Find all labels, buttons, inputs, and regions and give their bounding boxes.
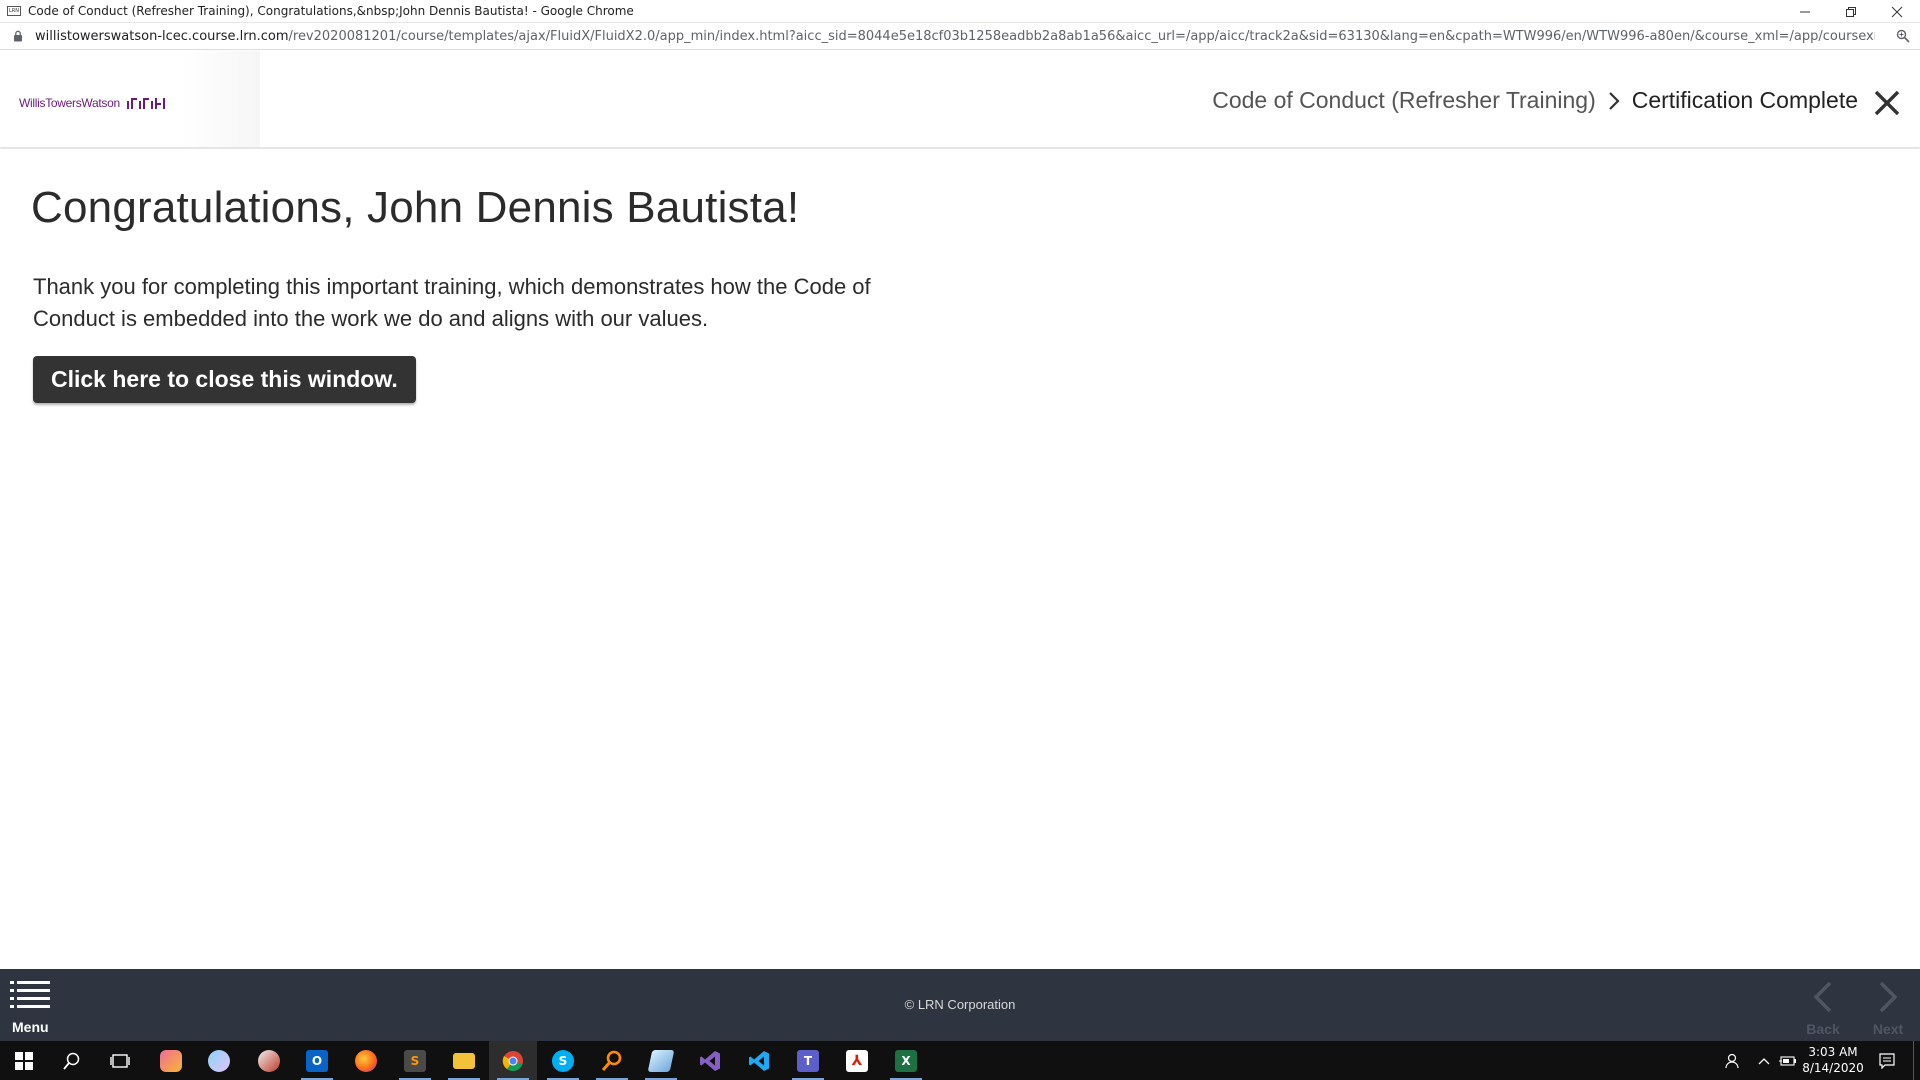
window-close-button[interactable] — [1874, 0, 1920, 23]
taskbar-app-search-tool[interactable] — [588, 1041, 636, 1080]
taskbar-clock[interactable]: 3:03 AM 8/14/2020 — [1798, 1044, 1868, 1076]
logo-panel: WillisTowersWatson — [0, 51, 260, 147]
taskbar-app-visual-studio[interactable] — [686, 1041, 734, 1080]
action-center-button[interactable] — [1870, 1041, 1904, 1080]
skype-icon: S — [552, 1049, 574, 1072]
snip-icon — [160, 1049, 182, 1072]
minimize-button[interactable] — [1782, 0, 1828, 23]
back-label: Back — [1806, 1021, 1840, 1037]
taskbar-app-snip[interactable] — [147, 1041, 195, 1080]
people-button[interactable] — [1718, 1041, 1744, 1080]
browser-title-bar: LRN Code of Conduct (Refresher Training)… — [0, 0, 1920, 23]
chrome-icon — [502, 1050, 523, 1071]
breadcrumb-current: Certification Complete — [1631, 87, 1858, 113]
url-host: willistowerswatson-lcec.course.lrn.com — [35, 28, 289, 44]
course-header: WillisTowersWatson Code of Conduct (Refr… — [0, 51, 1920, 148]
taskbar-app-firefox[interactable] — [342, 1041, 390, 1080]
vscode-icon — [749, 1050, 769, 1071]
taskbar-app-teams[interactable]: T — [784, 1041, 832, 1080]
windows-start-icon — [15, 1051, 33, 1070]
chevron-left-icon — [1813, 981, 1832, 1013]
window-title: Code of Conduct (Refresher Training), Co… — [28, 4, 634, 18]
chevron-right-icon — [1879, 981, 1898, 1013]
teams-icon: T — [797, 1049, 819, 1072]
chevron-right-icon — [1608, 91, 1620, 110]
file-explorer-icon — [453, 1052, 475, 1069]
close-icon — [1874, 90, 1900, 116]
logo-text: WillisTowersWatson — [19, 96, 120, 110]
next-label: Next — [1872, 1021, 1904, 1037]
page-title: Congratulations, John Dennis Bautista! — [31, 183, 800, 232]
url-text[interactable]: willistowerswatson-lcec.course.lrn.com/r… — [35, 29, 1875, 44]
sketch-icon — [258, 1049, 280, 1072]
taskbar-app-skype[interactable]: S — [539, 1041, 587, 1080]
close-icon — [1891, 6, 1903, 17]
taskbar-app-paint[interactable] — [195, 1041, 243, 1080]
taskbar-app-excel[interactable]: X — [882, 1041, 930, 1080]
search-icon — [63, 1052, 80, 1070]
sublime-icon: S — [404, 1049, 426, 1072]
taskbar-app-vscode[interactable] — [735, 1041, 783, 1080]
show-desktop-button[interactable] — [1913, 1041, 1920, 1080]
back-button[interactable]: Back — [1799, 977, 1847, 1037]
taskbar-app-outlook[interactable]: O — [293, 1041, 341, 1080]
copyright-text: © LRN Corporation — [904, 997, 1016, 1012]
address-bar[interactable]: willistowerswatson-lcec.course.lrn.com/r… — [0, 23, 1920, 50]
zoom-icon[interactable] — [1896, 29, 1910, 43]
taskbar-app-file-explorer[interactable] — [440, 1041, 488, 1080]
company-logo: WillisTowersWatson — [19, 96, 167, 110]
taskbar-app-sublime[interactable]: S — [391, 1041, 439, 1080]
visual-studio-icon — [700, 1050, 720, 1071]
restore-button[interactable] — [1828, 0, 1874, 23]
breadcrumb: Code of Conduct (Refresher Training) Cer… — [1212, 87, 1858, 114]
close-window-button[interactable]: Click here to close this window. — [33, 356, 416, 403]
url-path: /rev2020081201/course/templates/ajax/Flu… — [288, 28, 1876, 44]
clock-time: 3:03 AM — [1808, 1045, 1858, 1059]
notification-icon — [1879, 1052, 1895, 1069]
breadcrumb-course: Code of Conduct (Refresher Training) — [1212, 87, 1596, 113]
taskbar-app-sketch[interactable] — [245, 1041, 293, 1080]
close-course-button[interactable] — [1872, 88, 1902, 118]
battery-icon — [1779, 1055, 1796, 1066]
minimize-icon — [1800, 11, 1810, 12]
notepad-icon — [647, 1049, 675, 1072]
site-favicon-icon: LRN — [7, 6, 21, 16]
show-hidden-icons-button[interactable] — [1754, 1041, 1774, 1080]
windows-taskbar: O S S T ⅄ X 3:03 AM 8/14/2020 — [0, 1041, 1920, 1080]
chevron-up-icon — [1758, 1057, 1770, 1064]
battery-button[interactable] — [1776, 1041, 1800, 1080]
menu-label: Menu — [12, 1019, 49, 1035]
people-icon — [1725, 1053, 1739, 1068]
taskbar-search-button[interactable] — [48, 1041, 96, 1080]
task-view-icon — [110, 1053, 130, 1068]
taskbar-app-acrobat[interactable]: ⅄ — [833, 1041, 881, 1080]
taskbar-app-notepad[interactable] — [637, 1041, 685, 1080]
outlook-icon: O — [306, 1049, 328, 1072]
clock-date: 8/14/2020 — [1802, 1061, 1864, 1075]
completion-message: Thank you for completing this important … — [33, 274, 871, 331]
excel-icon: X — [895, 1049, 917, 1072]
start-button[interactable] — [0, 1041, 48, 1080]
firefox-icon — [355, 1049, 377, 1072]
acrobat-icon: ⅄ — [846, 1049, 868, 1072]
search-tool-icon — [601, 1050, 622, 1071]
task-view-button[interactable] — [96, 1041, 144, 1080]
paint-icon — [208, 1049, 230, 1072]
logo-mark-icon — [126, 97, 165, 109]
course-footer: Menu © LRN Corporation Back Next — [0, 969, 1920, 1041]
course-content: Congratulations, John Dennis Bautista! T… — [0, 149, 1920, 969]
lock-icon[interactable] — [13, 30, 23, 42]
window-controls — [1782, 0, 1920, 23]
restore-icon — [1846, 6, 1856, 17]
next-button[interactable]: Next — [1864, 977, 1912, 1037]
taskbar-app-chrome[interactable] — [489, 1041, 537, 1080]
